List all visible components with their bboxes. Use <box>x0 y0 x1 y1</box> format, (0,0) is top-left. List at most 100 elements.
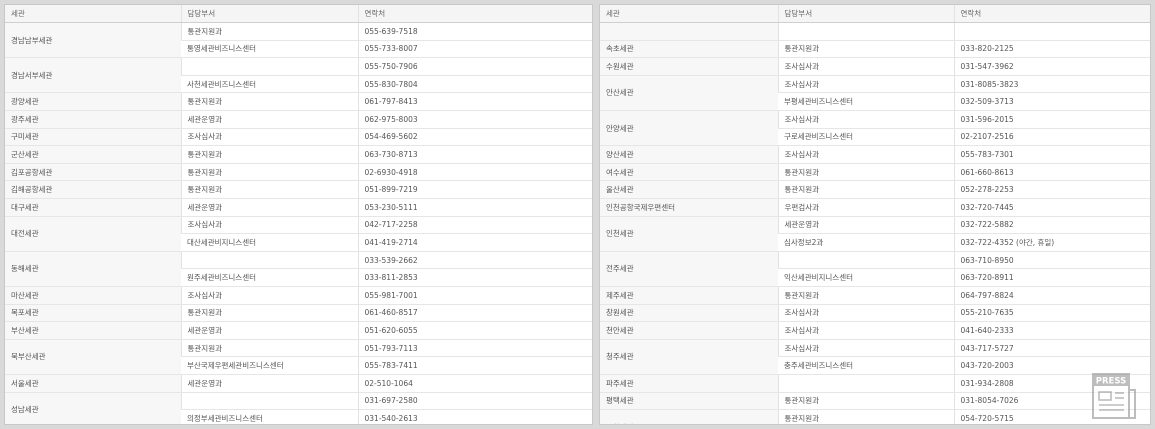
phone-cell: 055-783-7301 <box>953 145 1150 164</box>
table-row: 수원세관 조사심사과 031-547-3962 <box>600 57 1150 76</box>
phone-cell: 055-639-7518 <box>357 22 592 41</box>
department-cell: 우편검사과 <box>777 198 954 217</box>
phone-cell: 02-510-1064 <box>357 374 592 393</box>
office-name-cell: 마산세관 <box>5 286 181 305</box>
table-row: 전주세관 063-710-8950 <box>600 251 1150 288</box>
phone-cell: 051-899-7219 <box>357 180 592 200</box>
header-office: 세관 <box>5 5 181 24</box>
header-contact: 연락처 <box>953 5 1150 24</box>
department-cell: 세관운영과 <box>180 198 358 217</box>
office-name-cell: 수원세관 <box>600 57 778 76</box>
table-header-row: 세관 담당부서 연락처 <box>600 5 1150 24</box>
phone-cell: 032-722-5882 <box>953 216 1150 235</box>
table-row: 창원세관 조사심사과 055-210-7635 <box>600 304 1150 323</box>
department-cell: 세관운영과 <box>180 110 358 129</box>
department-cell: 통관지원과 <box>180 92 358 112</box>
table-row: 구미세관 조사심사과 054-469-5602 <box>5 128 592 147</box>
phone-cell: 064-797-8824 <box>953 286 1150 305</box>
right-customs-table-panel: 세관 담당부서 연락처 속초세관 통관지원과 033-820-2125 수원세관 조사심… <box>599 4 1151 425</box>
department-cell: 통관지원과 <box>180 180 358 200</box>
department-cell: 조사심사과 <box>777 321 954 340</box>
office-name-cell: 군산세관 <box>5 145 181 164</box>
table-row: 여수세관 통관지원과 061-660-8613 <box>600 163 1150 182</box>
office-name-cell: 대구세관 <box>5 198 181 217</box>
office-name-cell: 안양세관 <box>600 110 778 147</box>
department-cell: 익산세관비지니스센터 <box>778 268 954 287</box>
department-cell: 통관지원과 <box>777 40 954 59</box>
office-name-cell: 청주세관 <box>600 339 778 375</box>
phone-cell: 055-210-7635 <box>953 304 1150 323</box>
department-cell: 부산국제우편세관비즈니스센터 <box>181 356 358 375</box>
phone-cell <box>953 22 1150 41</box>
phone-cell: 02-6930-4918 <box>357 163 592 182</box>
table-row: 평택세관 통관지원과 031-8054-7026 <box>600 392 1150 411</box>
department-cell: 조사심사과 <box>180 216 358 235</box>
table-body-right: 속초세관 통관지원과 033-820-2125 수원세관 조사심사과 031-547-39… <box>600 22 1150 424</box>
department-cell: 사천세관비즈니스센터 <box>181 75 358 94</box>
office-name-cell: 파주세관 <box>600 374 778 393</box>
office-name-cell: 성남세관 <box>5 392 181 424</box>
department-cell: 통관지원과 <box>777 180 954 200</box>
table-row: 김해공항세관 통관지원과 051-899-7219 <box>5 180 592 200</box>
department-cell: 부평세관비즈니스센터 <box>778 92 954 112</box>
table-row: 서울세관 세관운영과 02-510-1064 <box>5 374 592 393</box>
office-name-cell: 인천세관 <box>600 216 778 252</box>
department-cell: 통관지원과 <box>180 304 358 323</box>
office-name-cell: 천안세관 <box>600 321 778 340</box>
table-row: 광양세관 통관지원과 061-797-8413 <box>5 92 592 112</box>
table-row: 속초세관 통관지원과 033-820-2125 <box>600 40 1150 59</box>
office-name-cell: 광양세관 <box>5 92 181 112</box>
left-customs-table-panel: 세관 담당부서 연락처 경남남부세관 통관지원과 055-639-7518 통영세관비… <box>4 4 593 425</box>
office-name-cell: 전주세관 <box>600 251 778 288</box>
department-cell: 조사심사과 <box>777 339 954 358</box>
phone-cell: 055-733-8007 <box>357 40 592 59</box>
office-name-cell: 제주세관 <box>600 286 778 305</box>
press-document-icon: PRESS <box>1092 373 1136 419</box>
office-name-cell: 포항세관 <box>600 409 778 424</box>
department-cell: 통관지원과 <box>180 163 358 182</box>
phone-cell: 055-783-7411 <box>357 356 592 375</box>
phone-cell: 055-750-7906 <box>357 57 592 76</box>
department-cell <box>777 251 954 270</box>
department-cell: 조사심사과 <box>777 110 954 129</box>
phone-cell: 032-720-7445 <box>953 198 1150 217</box>
table-row: 광주세관 세관운영과 062-975-8003 <box>5 110 592 129</box>
office-name-cell: 평택세관 <box>600 392 778 411</box>
table-row: 군산세관 통관지원과 063-730-8713 <box>5 145 592 164</box>
phone-cell: 061-660-8613 <box>953 163 1150 182</box>
department-cell <box>180 57 358 76</box>
department-cell: 통관지원과 <box>777 286 954 305</box>
table-row: 안산세관 조사심사과 031-8085-3823 <box>600 75 1150 112</box>
department-cell: 통관지원과 <box>180 22 358 41</box>
phone-cell: 061-797-8413 <box>357 92 592 112</box>
department-cell: 조사심사과 <box>777 304 954 323</box>
phone-cell: 054-469-5602 <box>357 128 592 147</box>
phone-cell: 063-710-8950 <box>953 251 1150 270</box>
table-row: 대구세관 세관운영과 053-230-5111 <box>5 198 592 217</box>
table-row: 성남세관 031-697-2580 <box>5 392 592 424</box>
phone-cell: 032-722-4352 (야간, 휴일) <box>953 233 1150 252</box>
customs-contact-table-right: 세관 담당부서 연락처 속초세관 통관지원과 033-820-2125 수원세관 조사심… <box>600 5 1150 424</box>
phone-cell: 041-419-2714 <box>357 233 592 252</box>
phone-cell: 031-540-2613 <box>357 409 592 424</box>
table-row: 경남서부세관 055-750-7906 <box>5 57 592 94</box>
office-name-cell: 북부산세관 <box>5 339 181 375</box>
office-name-cell: 구미세관 <box>5 128 181 147</box>
office-name-cell: 경남남부세관 <box>5 22 181 59</box>
phone-cell: 063-720-8911 <box>953 268 1150 287</box>
department-cell: 대산세관비지니스센터 <box>181 233 358 252</box>
office-name-cell: 창원세관 <box>600 304 778 323</box>
office-name-cell: 대전세관 <box>5 216 181 252</box>
phone-cell: 055-981-7001 <box>357 286 592 305</box>
department-cell: 원주세관비즈니스센터 <box>181 268 358 287</box>
header-contact: 연락처 <box>357 5 592 24</box>
phone-cell: 033-811-2853 <box>357 268 592 287</box>
department-cell: 통관지원과 <box>777 392 954 411</box>
department-cell: 조사심사과 <box>777 145 954 164</box>
table-row: 인천세관 세관운영과 032-722-5882 <box>600 216 1150 252</box>
office-name-cell: 인천공항국제우편센터 <box>600 198 778 217</box>
table-row: 포항세관통관지원과054-720-5715 <box>600 409 1150 424</box>
table-row: 파주세관 031-934-2808 <box>600 374 1150 393</box>
department-cell: 조사심사과 <box>777 57 954 76</box>
table-header-row: 세관 담당부서 연락처 <box>5 5 592 24</box>
